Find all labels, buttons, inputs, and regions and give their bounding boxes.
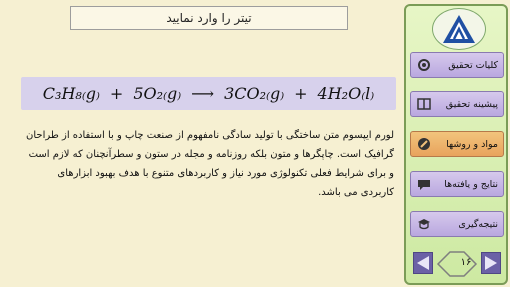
book-icon <box>417 97 431 111</box>
slide-title-text: تیتر را وارد نمایید <box>166 11 252 25</box>
menu-button-conclusion[interactable]: نتیجه‌گیری <box>410 211 504 237</box>
menu-button-overview[interactable]: کلیات تحقیق <box>410 52 504 78</box>
graduation-icon <box>417 217 431 231</box>
chemical-equation: C₃H₈₍g₎ + 5O₂₍g₎ ⟶ 3CO₂₍g₎ + 4H₂O₍l₎ <box>21 77 396 110</box>
tools-icon <box>417 137 431 151</box>
menu-label-conclusion: نتیجه‌گیری <box>458 218 498 230</box>
equation-product-2: 4H₂O₍l₎ <box>317 84 375 103</box>
equation-product-1: 3CO₂₍g₎ <box>224 84 285 103</box>
menu-label-methods: مواد و روشها <box>446 138 498 150</box>
menu-button-results[interactable]: نتایج و یافته‌ها <box>410 171 504 197</box>
menu-button-literature[interactable]: پیشینه تحقیق <box>410 91 504 117</box>
menu-button-methods[interactable]: مواد و روشها <box>410 131 504 157</box>
menu-label-literature: پیشینه تحقیق <box>445 98 498 110</box>
equation-arrow: ⟶ <box>191 84 215 103</box>
university-logo-icon <box>432 8 486 50</box>
equation-reactant-1: C₃H₈₍g₎ <box>42 84 100 103</box>
next-page-button[interactable] <box>481 252 501 274</box>
slide-title: تیتر را وارد نمایید <box>70 6 348 30</box>
previous-page-button[interactable] <box>413 252 433 274</box>
equation-plus-1: + <box>109 84 124 103</box>
page-number: ۱۶ <box>460 257 472 268</box>
menu-label-results: نتایج و یافته‌ها <box>444 178 498 190</box>
chat-icon <box>417 177 431 191</box>
page-navigator: ۱۶ <box>410 250 504 278</box>
settings-icon <box>417 58 431 72</box>
equation-reactant-2: 5O₂₍g₎ <box>133 84 182 103</box>
equation-plus-2: + <box>294 84 308 103</box>
slide-body-text: لورم ایپسوم متن ساختگی با تولید سادگی نا… <box>26 130 394 198</box>
menu-label-overview: کلیات تحقیق <box>448 59 498 71</box>
